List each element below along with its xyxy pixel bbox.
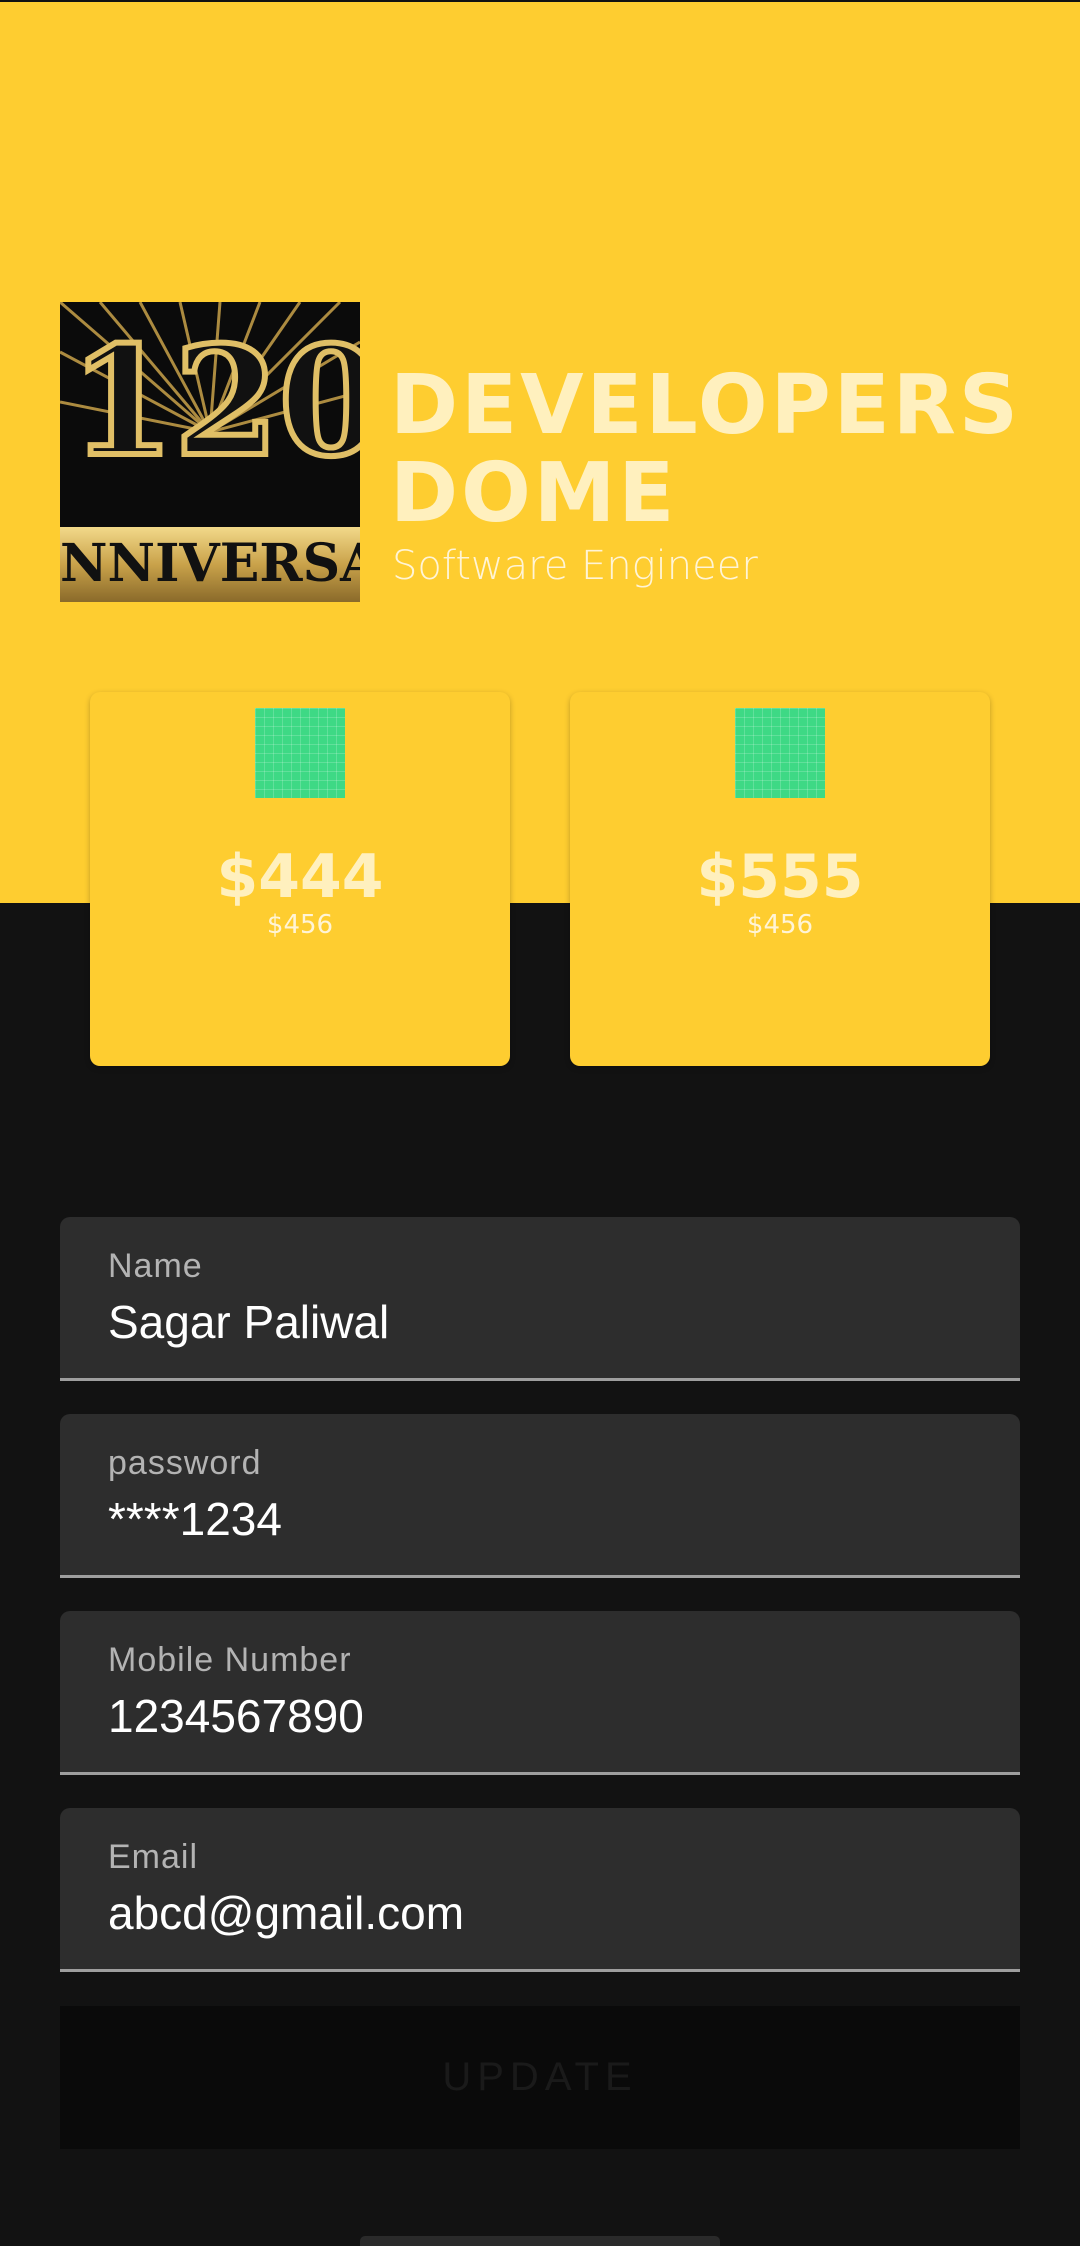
- mobile-number-field-value[interactable]: 1234567890: [108, 1689, 364, 1743]
- password-field-value[interactable]: ****1234: [108, 1492, 282, 1546]
- status-bar-edge: [0, 0, 1080, 2]
- card-thumbnail-image: [735, 708, 825, 798]
- logo-number: 120: [67, 314, 360, 490]
- password-field[interactable]: password ****1234: [60, 1414, 1020, 1578]
- update-button[interactable]: UPDATE: [60, 2006, 1020, 2149]
- card-subvalue: $456: [266, 910, 334, 940]
- anniversary-logo: 120 NNIVERSAR: [60, 302, 360, 602]
- logo-text: NNIVERSAR: [60, 533, 360, 594]
- password-field-label: password: [108, 1444, 262, 1482]
- stat-card-2[interactable]: $555 $456: [570, 692, 990, 1066]
- card-subvalue: $456: [746, 910, 814, 940]
- card-value: $444: [216, 842, 384, 912]
- mobile-number-field[interactable]: Mobile Number 1234567890: [60, 1611, 1020, 1775]
- name-field[interactable]: Name Sagar Paliwal: [60, 1217, 1020, 1381]
- mobile-number-field-label: Mobile Number: [108, 1641, 352, 1679]
- brand-title: DEVELOPERS DOME: [390, 358, 1021, 541]
- name-field-value[interactable]: Sagar Paliwal: [108, 1295, 389, 1349]
- email-field-label: Email: [108, 1838, 199, 1876]
- card-value: $555: [696, 842, 864, 912]
- card-thumbnail-image: [255, 708, 345, 798]
- email-field-value[interactable]: abcd@gmail.com: [108, 1886, 464, 1940]
- email-field[interactable]: Email abcd@gmail.com: [60, 1808, 1020, 1972]
- name-field-label: Name: [108, 1247, 203, 1285]
- home-indicator[interactable]: [360, 2236, 720, 2246]
- stat-card-1[interactable]: $444 $456: [90, 692, 510, 1066]
- brand-subtitle: Software Engineer: [392, 543, 758, 589]
